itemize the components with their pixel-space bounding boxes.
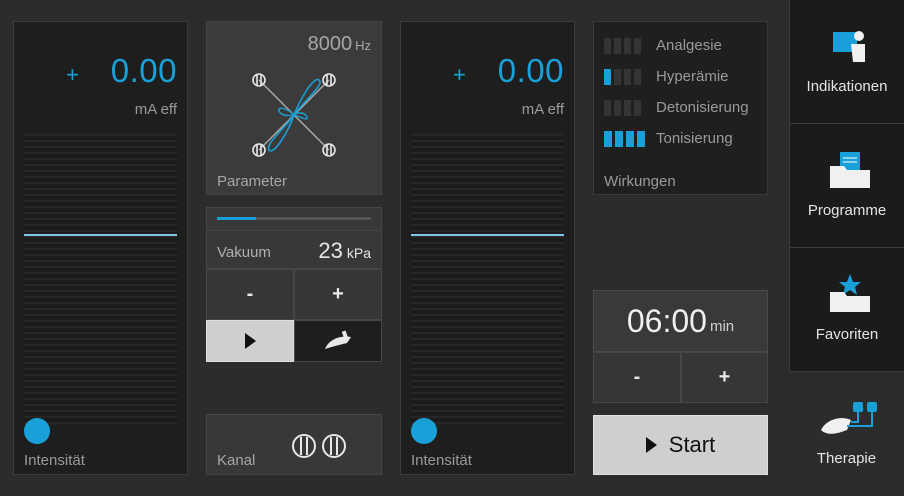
- wirkung-level-segment: [604, 68, 611, 85]
- wirkung-level-segment: [634, 37, 641, 54]
- wirkung-level-indicator: [604, 130, 650, 147]
- intensity-unit: mA eff: [521, 101, 564, 118]
- wirkung-level-segment: [624, 37, 631, 54]
- wirkungen-panel[interactable]: Analgesie Hyperämie Detonisierung Tonisieru…: [593, 21, 768, 195]
- wirkung-level-segment: [614, 37, 621, 54]
- wirkung-level-segment: [624, 68, 631, 85]
- vacuum-value: 23: [318, 238, 343, 263]
- intensity-label: Intensität: [24, 452, 85, 469]
- wirkung-level-indicator: [604, 99, 650, 116]
- wirkung-label: Detonisierung: [656, 99, 749, 116]
- frequency-readout: 8000 Hz: [308, 33, 371, 56]
- wirkung-level-segment: [604, 37, 611, 54]
- vacuum-panel: Vakuum 23 kPa: [206, 207, 382, 269]
- therapy-device-icon: [821, 402, 877, 434]
- timer-value: 06:00: [626, 302, 707, 339]
- electrode-pattern-icon: [252, 73, 336, 157]
- intensity-unit: mA eff: [134, 101, 177, 118]
- wirkung-row: Hyperämie: [604, 68, 729, 85]
- start-button[interactable]: Start: [593, 415, 768, 475]
- wirkung-label: Hyperämie: [656, 68, 729, 85]
- wirkung-level-segment: [614, 99, 621, 116]
- vacuum-level-fill: [217, 217, 256, 220]
- play-icon: [244, 333, 256, 349]
- timer-plus-button[interactable]: +: [681, 352, 768, 403]
- wirkung-level-indicator: [604, 37, 650, 54]
- intensity-scale[interactable]: [411, 134, 564, 424]
- intensity-plus-sign: +: [453, 62, 466, 87]
- nav-label: Programme: [807, 202, 887, 219]
- channel-electrodes-icon: [292, 434, 346, 458]
- channel-left-panel[interactable]: + 0.00 mA eff Intensität: [13, 21, 188, 475]
- nav-label: Indikationen: [806, 78, 888, 95]
- wirkung-level-segment: [624, 99, 631, 116]
- vacuum-readout: 23 kPa: [318, 238, 371, 264]
- timer-unit: min: [709, 317, 735, 335]
- vacuum-minus-button[interactable]: -: [206, 269, 294, 320]
- wirkung-level-segment: [637, 130, 645, 147]
- nav-label: Favoriten: [815, 326, 879, 343]
- suction-cup-button[interactable]: [294, 320, 382, 362]
- intensity-slider-handle[interactable]: [24, 418, 50, 444]
- kanal-panel[interactable]: Kanal: [206, 414, 382, 475]
- kanal-label: Kanal: [217, 452, 256, 469]
- vacuum-label: Vakuum: [217, 244, 271, 261]
- wirkung-level-segment: [626, 130, 634, 147]
- wirkungen-label: Wirkungen: [604, 173, 676, 190]
- intensity-level-line: [24, 234, 177, 236]
- suction-cup-icon: [325, 330, 351, 349]
- wirkung-label: Tonisierung: [656, 130, 733, 147]
- wirkung-level-segment: [604, 130, 612, 147]
- vacuum-unit: kPa: [346, 245, 371, 261]
- nav-favoriten[interactable]: Favoriten: [789, 248, 904, 372]
- frequency-unit: Hz: [355, 38, 371, 53]
- vacuum-level-bar: [217, 217, 371, 220]
- intensity-slider-handle[interactable]: [411, 418, 437, 444]
- channel-right-panel[interactable]: + 0.00 mA eff Intensität: [400, 21, 575, 475]
- nav-programme[interactable]: Programme: [789, 124, 904, 248]
- nav-therapie[interactable]: Therapie: [789, 372, 904, 496]
- timer-minus-button[interactable]: -: [593, 352, 681, 403]
- timer-display: 06:00 min: [593, 290, 768, 352]
- wirkung-level-indicator: [604, 68, 650, 85]
- nav-indikationen[interactable]: Indikationen: [789, 0, 904, 124]
- vacuum-plus-button[interactable]: +: [294, 269, 382, 320]
- intensity-value: 0.00: [497, 52, 564, 89]
- wirkung-row: Tonisierung: [604, 130, 733, 147]
- intensity-plus-sign: +: [66, 62, 79, 87]
- intensity-value: 0.00: [110, 52, 177, 89]
- wirkung-level-segment: [615, 130, 623, 147]
- intensity-level-line: [411, 234, 564, 236]
- document-folder-icon: [830, 152, 870, 188]
- wirkung-level-segment: [634, 68, 641, 85]
- frequency-value: 8000: [307, 33, 353, 55]
- start-label: Start: [668, 432, 716, 457]
- parameter-panel[interactable]: 8000 Hz Parameter: [206, 21, 382, 195]
- wirkung-level-segment: [634, 99, 641, 116]
- wirkung-row: Detonisierung: [604, 99, 749, 116]
- intensity-scale[interactable]: [24, 134, 177, 424]
- wirkung-label: Analgesie: [656, 37, 722, 54]
- parameter-label: Parameter: [217, 173, 288, 190]
- star-folder-icon: [830, 274, 870, 312]
- nav-label: Therapie: [816, 450, 877, 467]
- vacuum-play-button[interactable]: [206, 320, 294, 362]
- wirkung-row: Analgesie: [604, 37, 722, 54]
- person-board-icon: [833, 31, 865, 62]
- play-icon: [645, 437, 657, 453]
- wirkung-level-segment: [614, 68, 621, 85]
- wirkung-level-segment: [604, 99, 611, 116]
- intensity-label: Intensität: [411, 452, 472, 469]
